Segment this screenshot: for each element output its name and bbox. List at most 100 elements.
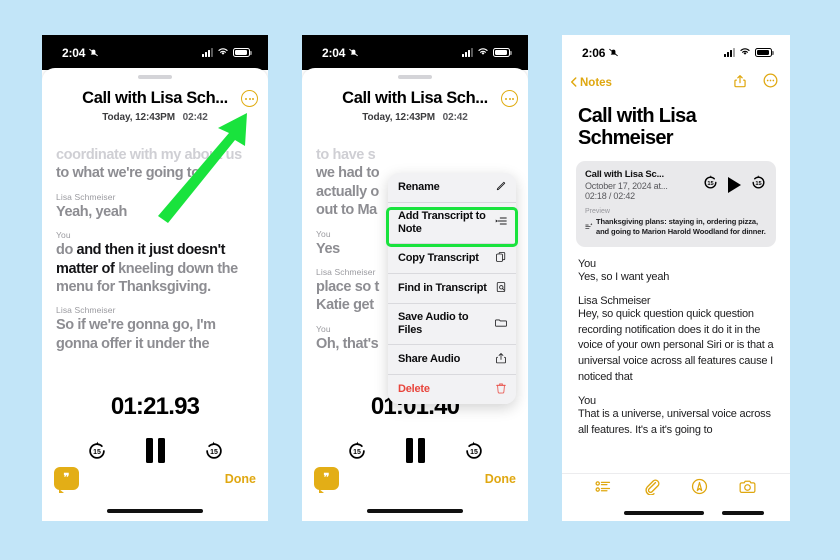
svg-text:15: 15 [755, 181, 761, 187]
play-button[interactable] [728, 176, 741, 193]
menu-item-add-transcript-to-note[interactable]: Add Transcript to Note [388, 203, 516, 244]
chevron-left-icon [570, 76, 578, 91]
audio-summary-row: Thanksgiving plans: staying in, ordering… [585, 217, 767, 237]
menu-item-copy-transcript[interactable]: Copy Transcript [388, 243, 516, 274]
skip-forward-15-button[interactable]: 15 [750, 174, 767, 196]
bell-slash-icon [348, 47, 359, 58]
home-indicator [367, 509, 463, 513]
svg-text:15: 15 [353, 448, 361, 455]
pause-button[interactable] [145, 438, 165, 463]
share-icon[interactable] [733, 74, 747, 93]
transcript-text: to what we're going to [56, 165, 200, 182]
recording-duration: 02:42 [442, 112, 468, 123]
screenshot-stage: 2:04 Call with Lisa Sch... Today, 12:43P… [0, 0, 840, 560]
note-speaker: You [578, 257, 596, 270]
transcript-list-1[interactable]: coordinate with my about us to what we'r… [56, 146, 254, 391]
note-speaker: You [578, 395, 596, 408]
done-button[interactable]: Done [225, 472, 256, 486]
cellular-signal-icon [202, 48, 213, 57]
recording-header-1: Call with Lisa Sch... Today, 12:43PM 02:… [42, 89, 268, 123]
sheet-grabber[interactable] [398, 75, 432, 79]
menu-item-find-in-transcript[interactable]: Find in Transcript [388, 273, 516, 304]
phone-screen-2: 2:04 Call with Lisa Sch... Today, 12:43P… [302, 35, 528, 521]
recording-duration: 02:42 [182, 112, 208, 123]
back-label: Notes [580, 77, 612, 89]
menu-item-label: Share Audio [398, 352, 461, 365]
skip-back-15-button[interactable]: 15 [86, 440, 108, 462]
paperclip-icon[interactable] [643, 478, 660, 500]
transcript-seg: do [56, 242, 77, 259]
phone-screen-1: 2:04 Call with Lisa Sch... Today, 12:43P… [42, 35, 268, 521]
status-right-1 [202, 47, 252, 59]
transcript-text: do and then it just doesn't matter of kn… [56, 241, 254, 296]
copy-icon [495, 251, 507, 266]
note-body[interactable]: You Yes, so I want yeah Lisa Schmeiser H… [562, 247, 790, 439]
bell-slash-icon [608, 47, 619, 58]
status-time: 2:04 [322, 45, 346, 60]
camera-icon[interactable] [739, 478, 757, 500]
bell-slash-icon [88, 47, 99, 58]
audio-card-meta: Call with Lisa Sc... October 17, 2024 at… [585, 169, 668, 202]
more-options-button[interactable] [501, 90, 518, 107]
ellipsis-icon[interactable] [763, 73, 778, 93]
menu-item-rename[interactable]: Rename [388, 173, 516, 203]
done-button[interactable]: Done [485, 472, 516, 486]
wifi-icon [217, 47, 229, 59]
transcript-toggle-button[interactable]: ❞ [54, 467, 79, 493]
player-controls-1: 01:21.93 15 15 ❞ Done [42, 389, 268, 521]
status-bar-2: 2:04 [302, 35, 528, 70]
notes-bottom-toolbar [562, 473, 790, 503]
player-controls-2: 01:01.40 15 15 ❞ Done [302, 389, 528, 521]
recording-subtitle: Today, 12:43PM 02:42 [302, 112, 528, 123]
skip-forward-15-button[interactable]: 15 [463, 440, 485, 462]
battery-icon [755, 48, 774, 57]
menu-item-label: Add Transcript to Note [398, 210, 486, 235]
back-to-notes-button[interactable]: Notes [570, 76, 612, 91]
audio-card-time: 02:18 / 02:42 [585, 191, 635, 202]
audio-summary-text: Thanksgiving plans: staying in, ordering… [596, 217, 766, 237]
pause-button[interactable] [405, 438, 425, 463]
transcript-toggle-button[interactable]: ❞ [314, 467, 339, 493]
skip-back-15-button[interactable]: 15 [346, 440, 368, 462]
menu-item-save-audio-to-files[interactable]: Save Audio to Files [388, 303, 516, 345]
recording-subtitle: Today, 12:43PM 02:42 [42, 112, 268, 123]
battery-icon [233, 48, 252, 57]
notes-nav-actions [733, 73, 778, 93]
audio-card-date: October 17, 2024 at... [585, 181, 668, 192]
doc-magnifier-icon [495, 281, 507, 296]
playback-timer: 01:21.93 [110, 393, 200, 420]
transcript-text-faded: to have s [316, 147, 376, 163]
preview-label: Preview [585, 208, 610, 216]
menu-item-label: Copy Transcript [398, 251, 479, 264]
summary-sparkle-icon [585, 217, 593, 237]
battery-icon [493, 48, 512, 57]
markup-pen-icon[interactable] [691, 478, 708, 500]
note-text: Yes, so I want yeah [578, 270, 670, 283]
player-bottom-row-2: ❞ Done [314, 467, 516, 493]
status-left-2: 2:04 [322, 46, 359, 60]
checklist-icon[interactable] [595, 478, 612, 500]
more-options-button[interactable] [241, 90, 258, 107]
sheet-grabber[interactable] [138, 75, 172, 79]
note-block: Lisa Schmeiser Hey, so quick question qu… [578, 295, 774, 385]
skip-back-15-button[interactable]: 15 [702, 174, 719, 196]
menu-item-label: Delete [398, 382, 430, 395]
ellipsis-dot [505, 97, 508, 100]
audio-attachment-card[interactable]: Call with Lisa Sc... October 17, 2024 at… [576, 160, 776, 247]
transport-controls: 15 15 [302, 438, 528, 463]
transcript-speaker: Lisa Schmeiser [56, 305, 116, 316]
menu-item-label: Rename [398, 181, 440, 194]
status-left-1: 2:04 [62, 46, 99, 60]
note-text: That is a universe, universal voice acro… [578, 408, 771, 436]
skip-forward-15-button[interactable]: 15 [203, 440, 225, 462]
transcript-block: Lisa Schmeiser So if we're gonna go, I'm… [56, 305, 254, 353]
transcript-text-faded: gonna offer it under the [56, 335, 210, 352]
context-menu[interactable]: Rename Add Transcript to Note Copy Trans… [388, 173, 516, 404]
menu-item-share-audio[interactable]: Share Audio [388, 344, 516, 375]
transcript-speaker: You [56, 230, 71, 241]
notes-nav-bar: Notes [562, 70, 790, 96]
menu-item-delete[interactable]: Delete [388, 374, 516, 404]
transcript-text-faded: coordinate with my about us [56, 147, 242, 163]
transcript-block: Lisa Schmeiser Yeah, yeah [56, 192, 254, 221]
home-indicator [624, 511, 704, 515]
